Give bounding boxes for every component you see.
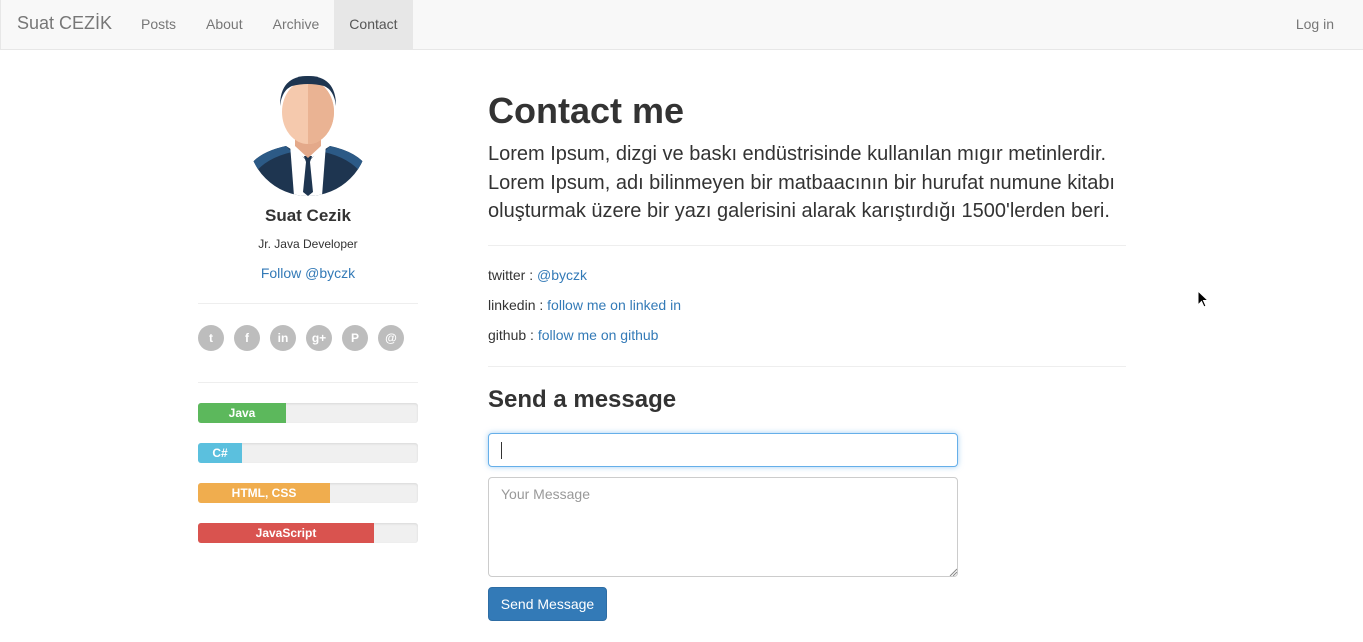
linkedin-link[interactable]: follow me on linked in <box>547 297 681 313</box>
github-label: github : <box>488 327 538 343</box>
social-icons: t f in g+ P @ <box>198 325 418 351</box>
skill-bar: JavaScript <box>198 523 418 543</box>
twitter-link[interactable]: @byczk <box>537 267 587 283</box>
profile-role: Jr. Java Developer <box>258 237 358 251</box>
send-message-button[interactable]: Send Message <box>488 587 607 621</box>
nav-posts[interactable]: Posts <box>126 0 191 49</box>
person-avatar-icon <box>248 76 368 196</box>
brand-link[interactable]: Suat CEZİK <box>17 13 112 34</box>
skill-bar: C# <box>198 443 418 463</box>
googleplus-icon[interactable]: g+ <box>306 325 332 351</box>
profile-name: Suat Cezik <box>265 206 351 225</box>
skill-bar: Java <box>198 403 418 423</box>
facebook-icon[interactable]: f <box>234 325 260 351</box>
divider <box>198 382 418 383</box>
email-icon[interactable]: @ <box>378 325 404 351</box>
name-field[interactable] <box>488 433 958 467</box>
mouse-cursor-icon <box>1197 290 1209 308</box>
text-caret <box>501 442 502 459</box>
nav-about[interactable]: About <box>191 0 258 49</box>
linkedin-label: linkedin : <box>488 297 548 313</box>
nav-contact[interactable]: Contact <box>334 0 413 49</box>
linkedin-row: linkedin : follow me on linked in <box>488 297 681 313</box>
github-row: github : follow me on github <box>488 327 658 343</box>
form-heading: Send a message <box>488 386 677 413</box>
skill-bar-label: Java <box>228 406 256 420</box>
twitter-label: twitter : <box>488 267 538 283</box>
lead-paragraph: Lorem Ipsum, dizgi ve baskı endüstrisind… <box>488 143 1115 222</box>
divider <box>488 245 1126 246</box>
page-title: Contact me <box>488 90 685 131</box>
twitter-row: twitter : @byczk <box>488 267 587 283</box>
skill-bar-label: C# <box>212 446 228 460</box>
skill-bar: HTML, CSS <box>198 483 418 503</box>
nav-archive[interactable]: Archive <box>258 0 335 49</box>
nav-links: Posts About Archive Contact <box>126 0 413 49</box>
resize-grip-icon[interactable] <box>949 568 957 576</box>
linkedin-icon[interactable]: in <box>270 325 296 351</box>
top-navbar: Suat CEZİK Posts About Archive Contact L… <box>0 0 1363 50</box>
pinterest-icon[interactable]: P <box>342 325 368 351</box>
divider <box>488 366 1126 367</box>
skill-bar-label: JavaScript <box>255 526 317 540</box>
skill-bar-label: HTML, CSS <box>231 486 297 500</box>
github-link[interactable]: follow me on github <box>538 327 659 343</box>
message-field[interactable] <box>488 477 958 577</box>
twitter-icon[interactable]: t <box>198 325 224 351</box>
skills-list: Java C# HTML, CSS JavaScript <box>198 403 418 563</box>
login-link[interactable]: Log in <box>1296 0 1334 49</box>
follow-link[interactable]: Follow @byczk <box>198 265 418 281</box>
divider <box>198 303 418 304</box>
